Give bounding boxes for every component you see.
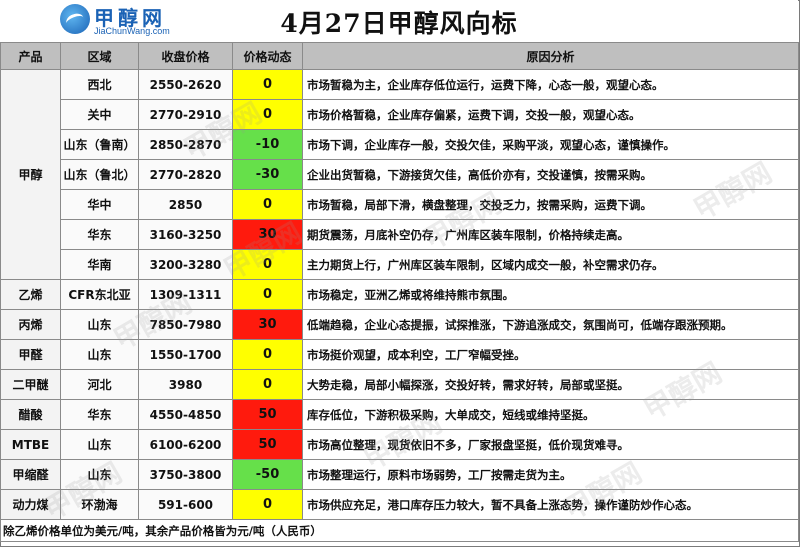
region-cell: 河北 (60, 369, 139, 400)
region-cell: CFR东北亚 (60, 279, 139, 310)
product-cell: 甲醛 (0, 339, 61, 370)
product-cell: 动力煤 (0, 489, 61, 520)
price-cell: 3750-3800 (138, 459, 233, 490)
product-cell: 醋酸 (0, 399, 61, 430)
reason-cell: 主力期货上行，广州库区装车限制，区域内成交一般，补空需求仍存。 (302, 249, 799, 280)
footer-row: 除乙烯价格单位为美元/吨，其余产品价格皆为元/吨（人民币） (0, 519, 799, 542)
price-cell: 1309-1311 (138, 279, 233, 310)
reason-cell: 市场整理运行，原料市场弱势，工厂按需走货为主。 (302, 459, 799, 490)
region-cell: 山东（鲁南） (60, 129, 139, 160)
reason-cell: 市场暂稳为主，企业库存低位运行，运费下降，心态一般，观望心态。 (302, 69, 799, 100)
table-row: 二甲醚 河北 3980 0 大势走稳，局部小幅探涨，交投好转，需求好转，局部或坚挺。 (0, 369, 799, 400)
change-cell: 0 (232, 339, 303, 370)
region-cell: 山东 (60, 429, 139, 460)
table-row: 醋酸 华东 4550-4850 50 库存低位，下游积极采购，大单成交，短线或维持坚挺。 (0, 399, 799, 430)
reason-cell: 市场稳定，亚洲乙烯或将维持熊市氛围。 (302, 279, 799, 310)
header: 甲醇网 JiaChunWang.com 4月27日甲醇风向标 (0, 0, 798, 43)
region-cell: 环渤海 (60, 489, 139, 520)
price-cell: 2550-2620 (138, 69, 233, 100)
reason-cell: 市场价格暂稳，企业库存偏紧，运费下调，交投一般，观望心态。 (302, 99, 799, 130)
price-cell: 591-600 (138, 489, 233, 520)
column-header-product: 产品 (0, 42, 61, 70)
table-row: 动力煤 环渤海 591-600 0 市场供应充足，港口库存压力较大，暂不具备上涨态势，操… (0, 489, 799, 520)
change-cell: 50 (232, 429, 303, 460)
change-cell: 50 (232, 399, 303, 430)
region-cell: 华东 (60, 399, 139, 430)
price-cell: 3980 (138, 369, 233, 400)
column-header-reason: 原因分析 (302, 42, 799, 70)
price-cell: 2850 (138, 189, 233, 220)
change-cell: 30 (232, 309, 303, 340)
change-cell: -30 (232, 159, 303, 190)
column-header-change: 价格动态 (232, 42, 303, 70)
region-cell: 山东（鲁北） (60, 159, 139, 190)
change-cell: -10 (232, 129, 303, 160)
region-cell: 关中 (60, 99, 139, 130)
reason-cell: 市场暂稳，局部下滑，横盘整理，交投乏力，按需采购，运费下调。 (302, 189, 799, 220)
reason-cell: 市场高位整理，现货依旧不多，厂家报盘坚挺，低价现货难寻。 (302, 429, 799, 460)
price-cell: 2770-2910 (138, 99, 233, 130)
column-header-price: 收盘价格 (138, 42, 233, 70)
reason-cell: 低端趋稳，企业心态提振，试探推涨，下游追涨成交，氛围尚可，低端存跟涨预期。 (302, 309, 799, 340)
table-row: 山东（鲁北） 2770-2820 -30 企业出货暂稳，下游接货欠佳，高低价亦有，交投… (1, 159, 799, 190)
reason-cell: 市场供应充足，港口库存压力较大，暂不具备上涨态势，操作谨防炒作心态。 (302, 489, 799, 520)
footer-note: 除乙烯价格单位为美元/吨，其余产品价格皆为元/吨（人民币） (0, 519, 799, 542)
change-cell: 0 (232, 369, 303, 400)
reason-cell: 期货震荡，月底补空仍存，广州库区装车限制，价格持续走高。 (302, 219, 799, 250)
product-cell: 乙烯 (0, 279, 61, 310)
change-cell: 0 (232, 279, 303, 310)
price-cell: 7850-7980 (138, 309, 233, 340)
table-row: 丙烯 山东 7850-7980 30 低端趋稳，企业心态提振，试探推涨，下游追涨成交，氛… (0, 309, 799, 340)
product-cell: 丙烯 (0, 309, 61, 340)
table-row: 华中 2850 0 市场暂稳，局部下滑，横盘整理，交投乏力，按需采购，运费下调。 (1, 189, 799, 220)
reason-cell: 市场挺价观望，成本利空，工厂窄幅受挫。 (302, 339, 799, 370)
table-header-row: 产品 区域 收盘价格 价格动态 原因分析 (0, 42, 799, 70)
price-cell: 1550-1700 (138, 339, 233, 370)
change-cell: 0 (232, 249, 303, 280)
change-cell: 0 (232, 189, 303, 220)
region-cell: 山东 (60, 309, 139, 340)
change-cell: 0 (232, 69, 303, 100)
price-cell: 3200-3280 (138, 249, 233, 280)
region-cell: 山东 (60, 459, 139, 490)
region-cell: 华南 (60, 249, 139, 280)
change-cell: -50 (232, 459, 303, 490)
price-cell: 3160-3250 (138, 219, 233, 250)
reason-cell: 库存低位，下游积极采购，大单成交，短线或维持坚挺。 (302, 399, 799, 430)
change-cell: 0 (232, 489, 303, 520)
region-cell: 西北 (60, 69, 139, 100)
change-cell: 30 (232, 219, 303, 250)
price-cell: 2850-2870 (138, 129, 233, 160)
region-cell: 华东 (60, 219, 139, 250)
reason-cell: 大势走稳，局部小幅探涨，交投好转，需求好转，局部或坚挺。 (302, 369, 799, 400)
table-row: 乙烯 CFR东北亚 1309-1311 0 市场稳定，亚洲乙烯或将维持熊市氛围。 (0, 279, 799, 310)
product-cell: MTBE (0, 429, 61, 460)
product-cell: 甲醇 (0, 69, 61, 280)
table-row: 甲醇 西北 2550-2620 0 市场暂稳为主，企业库存低位运行，运费下降，心态一般，… (0, 69, 799, 280)
price-cell: 2770-2820 (138, 159, 233, 190)
region-cell: 华中 (60, 189, 139, 220)
price-cell: 4550-4850 (138, 399, 233, 430)
price-cell: 6100-6200 (138, 429, 233, 460)
table-row: 关中 2770-2910 0 市场价格暂稳，企业库存偏紧，运费下调，交投一般，观望心态… (1, 99, 799, 130)
table-row: 华东 3160-3250 30 期货震荡，月底补空仍存，广州库区装车限制，价格持续走高… (1, 219, 799, 250)
page-title: 4月27日甲醇风向标 (280, 9, 518, 38)
product-cell: 二甲醚 (0, 369, 61, 400)
reason-cell: 市场下调，企业库存一般，交投欠佳，采购平淡，观望心态，谨慎操作。 (302, 129, 799, 160)
region-cell: 山东 (60, 339, 139, 370)
table-row: 华南 3200-3280 0 主力期货上行，广州库区装车限制，区域内成交一般，补空需求… (1, 249, 799, 280)
table-row: 山东（鲁南） 2850-2870 -10 市场下调，企业库存一般，交投欠佳，采购平淡，… (1, 129, 799, 160)
table-body: 甲醇 西北 2550-2620 0 市场暂稳为主，企业库存低位运行，运费下降，心态一般，… (0, 69, 799, 520)
table-row: 甲醛 山东 1550-1700 0 市场挺价观望，成本利空，工厂窄幅受挫。 (0, 339, 799, 370)
change-cell: 0 (232, 99, 303, 130)
table-row: MTBE 山东 6100-6200 50 市场高位整理，现货依旧不多，厂家报盘坚挺，低价… (0, 429, 799, 460)
price-table: 产品 区域 收盘价格 价格动态 原因分析 甲醇 西北 2550-2620 0 市场暂稳为… (0, 42, 799, 542)
product-cell: 甲缩醛 (0, 459, 61, 490)
reason-cell: 企业出货暂稳，下游接货欠佳，高低价亦有，交投谨慎，按需采购。 (302, 159, 799, 190)
table-row: 甲缩醛 山东 3750-3800 -50 市场整理运行，原料市场弱势，工厂按需走货为主。 (0, 459, 799, 490)
column-header-region: 区域 (60, 42, 139, 70)
